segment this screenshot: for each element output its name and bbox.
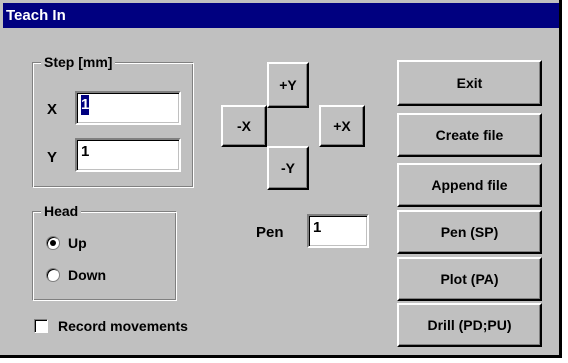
record-movements-checkbox[interactable]: Record movements bbox=[34, 318, 188, 334]
step-y-value: 1 bbox=[81, 143, 90, 160]
teach-in-dialog: Teach In Step [mm] X 1 Y 1 +Y -X +X -Y P… bbox=[0, 0, 562, 358]
jog-plus-x-button[interactable]: +X bbox=[319, 105, 365, 147]
pen-sp-button[interactable]: Pen (SP) bbox=[397, 210, 542, 254]
record-movements-label: Record movements bbox=[58, 318, 188, 334]
radio-unchecked-icon[interactable] bbox=[46, 268, 60, 282]
create-file-button[interactable]: Create file bbox=[397, 113, 542, 157]
drill-button[interactable]: Drill (PD;PU) bbox=[397, 303, 542, 347]
pen-value: 1 bbox=[313, 219, 322, 236]
pen-input[interactable]: 1 bbox=[307, 214, 369, 248]
head-legend: Head bbox=[41, 202, 82, 220]
checkbox-icon[interactable] bbox=[34, 319, 48, 333]
exit-button[interactable]: Exit bbox=[397, 60, 542, 106]
plot-pa-button[interactable]: Plot (PA) bbox=[397, 257, 542, 301]
step-legend: Step [mm] bbox=[41, 53, 116, 71]
step-x-value: 1 bbox=[81, 95, 90, 115]
step-x-input[interactable]: 1 bbox=[75, 91, 181, 125]
append-file-button[interactable]: Append file bbox=[397, 163, 542, 207]
step-y-label: Y bbox=[47, 149, 58, 166]
head-up-label: Up bbox=[68, 235, 87, 251]
head-down-radio[interactable]: Down bbox=[46, 267, 106, 283]
jog-minus-y-button[interactable]: -Y bbox=[267, 146, 309, 190]
step-x-label: X bbox=[47, 101, 58, 118]
head-up-radio[interactable]: Up bbox=[46, 235, 87, 251]
pen-label: Pen bbox=[256, 224, 284, 241]
jog-plus-y-button[interactable]: +Y bbox=[267, 62, 309, 108]
step-groupbox: Step [mm] X 1 Y 1 bbox=[32, 53, 194, 188]
head-down-label: Down bbox=[68, 267, 107, 283]
step-y-input[interactable]: 1 bbox=[75, 138, 181, 172]
radio-checked-icon[interactable] bbox=[46, 236, 60, 250]
head-groupbox: Head bbox=[32, 202, 177, 301]
jog-minus-x-button[interactable]: -X bbox=[221, 105, 267, 147]
title-bar: Teach In bbox=[3, 3, 559, 28]
